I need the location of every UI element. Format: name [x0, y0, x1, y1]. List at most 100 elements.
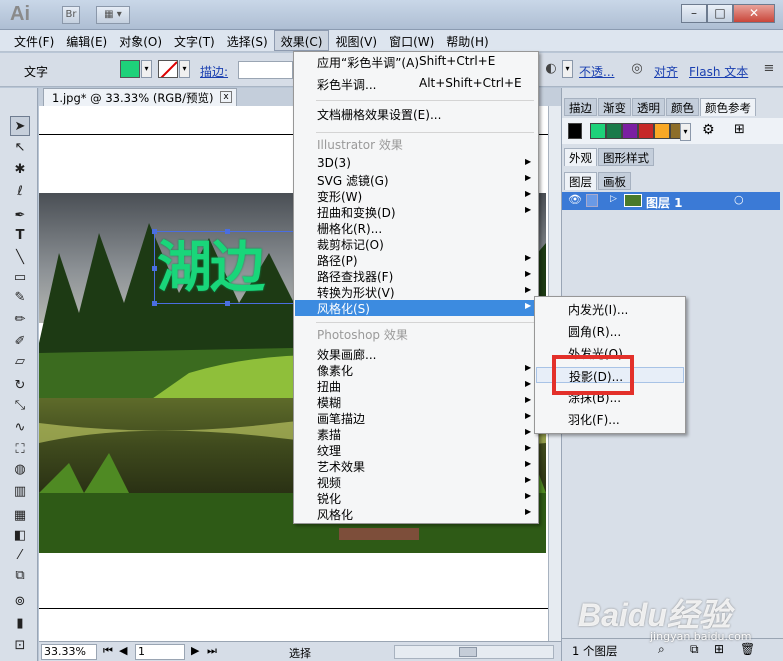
- status-mode-label[interactable]: 选择: [289, 645, 311, 661]
- tab-layers[interactable]: 图层: [564, 172, 597, 190]
- effect-menu-item[interactable]: 栅格化(R)...: [295, 220, 537, 236]
- last-artboard-icon[interactable]: ⏭: [207, 644, 217, 658]
- lasso-tool-icon[interactable]: ℓ: [10, 182, 30, 202]
- stroke-weight-field[interactable]: [238, 61, 293, 79]
- effect-menu-item[interactable]: 模糊 ▶: [295, 394, 537, 410]
- fill-dropdown-icon[interactable]: ▾: [141, 60, 152, 78]
- tab-color-guide[interactable]: 颜色参考: [700, 98, 756, 116]
- menu-edit[interactable]: 编辑(E): [60, 30, 113, 51]
- magic-wand-tool-icon[interactable]: ✱: [10, 160, 30, 180]
- new-sublayer-icon[interactable]: ⧉: [690, 642, 699, 657]
- menu-view[interactable]: 视图(V): [329, 30, 383, 51]
- horizontal-scrollbar[interactable]: [394, 645, 554, 659]
- previous-artboard-icon[interactable]: ◀: [119, 644, 127, 657]
- layer-row[interactable]: 👁 ▷ 图层 1 ○: [562, 192, 780, 210]
- effect-menu-item[interactable]: 变形(W) ▶: [295, 188, 537, 204]
- menu-object[interactable]: 对象(O): [113, 30, 168, 51]
- effect-menu-item[interactable]: 路径查找器(F) ▶: [295, 268, 537, 284]
- effect-menu-item[interactable]: 画笔描边 ▶: [295, 410, 537, 426]
- mesh-tool-icon[interactable]: ▦: [10, 506, 30, 526]
- effect-menu-item[interactable]: 风格化(S) ▶: [295, 300, 537, 316]
- effect-menu-item[interactable]: 裁剪标记(O): [295, 236, 537, 252]
- target-circle-icon[interactable]: ○: [734, 193, 744, 206]
- stroke-weight-link[interactable]: 描边:: [200, 63, 228, 80]
- tab-graphic-styles[interactable]: 图形样式: [598, 148, 654, 166]
- harmony-swatch[interactable]: [622, 123, 638, 139]
- tab-color[interactable]: 颜色: [666, 98, 699, 116]
- effect-menu-item[interactable]: 纹理 ▶: [295, 442, 537, 458]
- paintbrush-tool-icon[interactable]: ✎: [10, 288, 30, 308]
- recolor-icon[interactable]: ◎: [628, 61, 646, 79]
- effect-menu-item[interactable]: 文档栅格效果设置(E)...: [295, 106, 537, 122]
- symbol-sprayer-tool-icon[interactable]: ⊚: [10, 592, 30, 612]
- minimize-button[interactable]: –: [681, 4, 707, 23]
- shape-builder-tool-icon[interactable]: ◍: [10, 460, 30, 480]
- tab-stroke[interactable]: 描边: [564, 98, 597, 116]
- rectangle-tool-icon[interactable]: ▭: [10, 268, 30, 288]
- menu-file[interactable]: 文件(F): [8, 30, 60, 51]
- harmony-swatch[interactable]: [606, 123, 622, 139]
- selection-tool-icon[interactable]: ➤: [10, 116, 30, 136]
- effect-menu-item[interactable]: 效果画廊...: [295, 346, 537, 362]
- stylize-menu-item[interactable]: 圆角(R)...: [536, 323, 684, 339]
- graph-tool-icon[interactable]: ▥: [10, 482, 30, 502]
- recolor-artwork-icon[interactable]: ⚙: [702, 122, 715, 138]
- direct-selection-tool-icon[interactable]: ↖: [10, 138, 30, 158]
- fill-color-swatch[interactable]: [120, 60, 140, 78]
- bridge-button[interactable]: Br: [62, 6, 80, 24]
- delete-layer-icon[interactable]: 🗑: [740, 642, 755, 656]
- tab-transparency[interactable]: 透明: [632, 98, 665, 116]
- control-menu-icon[interactable]: ≡: [760, 61, 778, 79]
- eyedropper-tool-icon[interactable]: ⁄: [10, 546, 30, 566]
- pencil-tool-icon[interactable]: ✏: [10, 310, 30, 330]
- artboard-tool-icon[interactable]: ⊡: [10, 636, 30, 656]
- effect-menu-item[interactable]: 应用“彩色半调”(A) Shift+Ctrl+E: [295, 54, 537, 70]
- menu-window[interactable]: 窗口(W): [383, 30, 440, 51]
- effect-menu-item[interactable]: 扭曲 ▶: [295, 378, 537, 394]
- effect-menu-item[interactable]: 3D(3) ▶: [295, 156, 537, 172]
- resize-handle[interactable]: [152, 301, 157, 306]
- stylize-menu-item[interactable]: 内发光(I)...: [536, 301, 684, 317]
- style-dropdown-icon[interactable]: ▾: [562, 60, 573, 78]
- tab-artboards[interactable]: 画板: [598, 172, 631, 190]
- stroke-dropdown-icon[interactable]: ▾: [179, 60, 190, 78]
- harmony-swatch[interactable]: [654, 123, 670, 139]
- layer-name[interactable]: 图层 1: [646, 194, 683, 211]
- zoom-field[interactable]: 33.33%: [41, 644, 97, 660]
- scroll-thumb[interactable]: [459, 647, 477, 657]
- artboard-number-field[interactable]: 1: [135, 644, 185, 660]
- effect-menu-item[interactable]: 像素化 ▶: [295, 362, 537, 378]
- gradient-tool-icon[interactable]: ◧: [10, 526, 30, 546]
- flash-text-link[interactable]: Flash 文本: [689, 63, 748, 80]
- tab-appearance[interactable]: 外观: [564, 148, 597, 166]
- stroke-none-swatch[interactable]: [158, 60, 178, 78]
- tab-gradient[interactable]: 渐变: [598, 98, 631, 116]
- menu-select[interactable]: 选择(S): [221, 30, 274, 51]
- eraser-tool-icon[interactable]: ▱: [10, 352, 30, 372]
- artwork-text[interactable]: 湖边: [157, 234, 265, 300]
- effect-menu-item[interactable]: 锐化 ▶: [295, 490, 537, 506]
- scale-tool-icon[interactable]: ⤡: [10, 396, 30, 416]
- effect-menu-item[interactable]: 扭曲和变换(D) ▶: [295, 204, 537, 220]
- document-tab[interactable]: 1.jpg* @ 33.33% (RGB/预览) x: [43, 88, 237, 106]
- arrange-documents-button[interactable]: ▦ ▾: [96, 6, 130, 24]
- effect-menu-item[interactable]: 艺术效果 ▶: [295, 458, 537, 474]
- effect-menu-item[interactable]: 风格化 ▶: [295, 506, 537, 522]
- new-layer-icon[interactable]: ⊞: [714, 642, 724, 656]
- harmony-swatch[interactable]: [590, 123, 606, 139]
- menu-help[interactable]: 帮助(H): [440, 30, 494, 51]
- menu-effect[interactable]: 效果(C): [273, 30, 330, 51]
- visibility-eye-icon[interactable]: 👁: [568, 193, 582, 206]
- stylize-menu-item[interactable]: 羽化(F)...: [536, 411, 684, 427]
- menu-type[interactable]: 文字(T): [168, 30, 221, 51]
- blend-tool-icon[interactable]: ⧉: [10, 566, 30, 586]
- harmony-swatch[interactable]: [638, 123, 654, 139]
- warp-tool-icon[interactable]: ∿: [10, 418, 30, 438]
- close-button[interactable]: ✕: [733, 4, 775, 23]
- align-link[interactable]: 对齐: [654, 63, 678, 80]
- next-artboard-icon[interactable]: ▶: [191, 644, 199, 657]
- document-close-icon[interactable]: x: [220, 91, 232, 103]
- opacity-link[interactable]: 不透...: [579, 63, 614, 80]
- save-color-group-icon[interactable]: ⊞: [734, 122, 745, 137]
- pen-tool-icon[interactable]: ✒: [10, 206, 30, 226]
